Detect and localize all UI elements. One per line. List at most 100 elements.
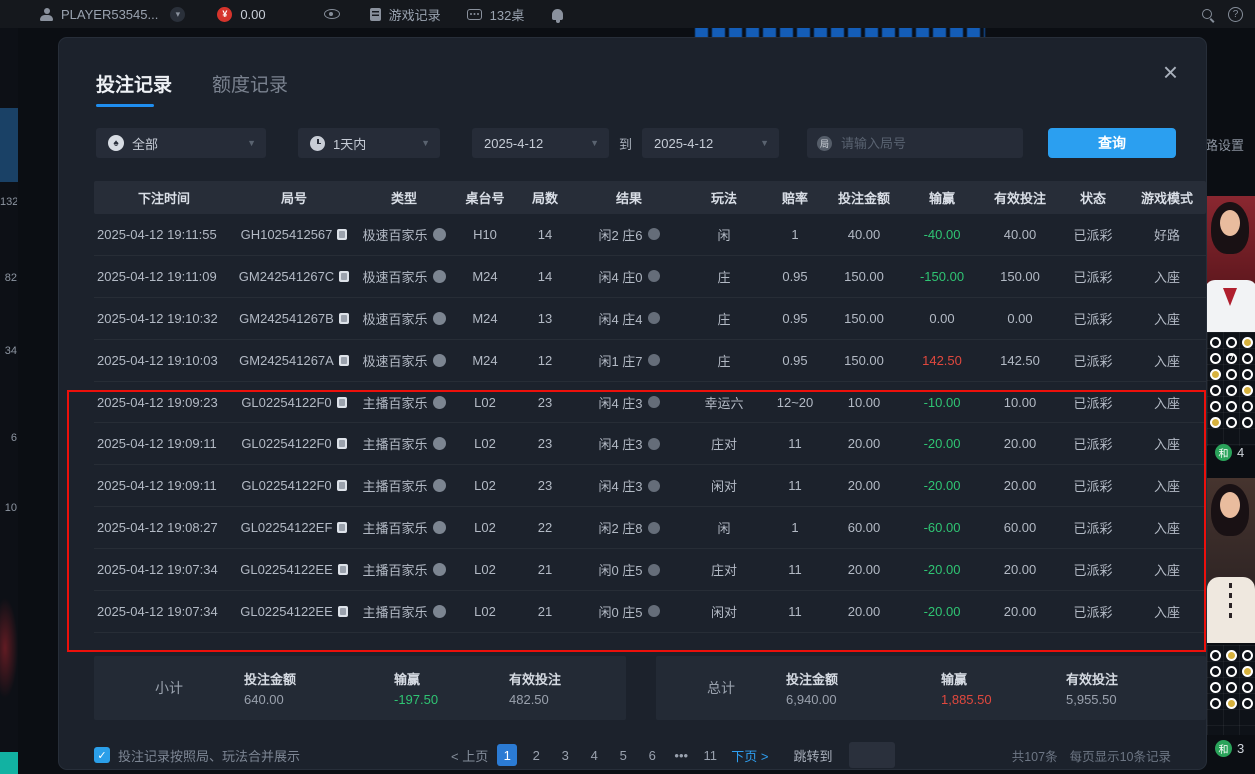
cell-game-type: 主播百家乐 (354, 560, 454, 579)
copy-icon[interactable] (337, 229, 347, 240)
page-button-4[interactable]: 4 (584, 744, 604, 766)
game-no-search[interactable]: 局 (807, 128, 1023, 158)
search-icon[interactable] (1202, 9, 1212, 19)
page-button-1[interactable]: 1 (497, 744, 517, 766)
tables-count[interactable]: 132桌 (490, 5, 525, 24)
roadmap-grid[interactable] (1207, 645, 1255, 735)
player-chevron-icon[interactable]: ▾ (170, 7, 185, 22)
dealer-video-thumb[interactable] (1207, 196, 1255, 332)
chevron-down-icon: ▼ (760, 138, 769, 148)
table-row: 2025-04-12 19:08:27 GL02254122EF 主播百家乐 L… (94, 507, 1206, 549)
date-from-select[interactable]: 2025-4-12 ▼ (472, 128, 609, 158)
roadmap-dot (1242, 337, 1253, 348)
result-detail-icon[interactable] (648, 480, 660, 492)
roadmap-grid[interactable]: 7 (1207, 332, 1255, 446)
col-header: 投注金额 (826, 188, 902, 207)
cell-table-no: M24 (454, 311, 516, 326)
cell-result: 闲2 庄8 (574, 518, 684, 537)
query-button[interactable]: 查询 (1048, 128, 1176, 158)
col-header: 状态 (1058, 188, 1128, 207)
bell-icon[interactable] (552, 9, 563, 20)
result-detail-icon[interactable] (648, 438, 660, 450)
info-icon[interactable] (433, 605, 446, 618)
copy-icon[interactable] (337, 522, 347, 533)
category-select[interactable]: ♠ 全部 ▼ (96, 128, 266, 158)
roadmap-dot (1226, 650, 1237, 661)
info-icon[interactable] (433, 521, 446, 534)
info-icon[interactable] (433, 270, 446, 283)
copy-icon[interactable] (339, 313, 349, 324)
category-value: 全部 (132, 134, 158, 153)
lobby-count: 10 (0, 502, 17, 514)
page-button-11[interactable]: 11 (700, 744, 720, 766)
roadmap-dot (1210, 401, 1221, 412)
date-to-select[interactable]: 2025-4-12 ▼ (642, 128, 779, 158)
merge-checkbox[interactable]: ✓ (94, 747, 110, 763)
cell-table-no: L02 (454, 478, 516, 493)
result-detail-icon[interactable] (648, 396, 660, 408)
prev-page-button[interactable]: < 上页 (451, 746, 488, 765)
info-icon[interactable] (433, 312, 446, 325)
info-icon[interactable] (433, 479, 446, 492)
table-header: 下注时间 局号 类型 桌台号 局数 结果 玩法 赔率 投注金额 输赢 有效投注 … (94, 181, 1206, 214)
cell-bet-amount: 20.00 (826, 436, 902, 451)
jump-page-input[interactable] (849, 742, 895, 768)
copy-icon[interactable] (337, 397, 347, 408)
result-detail-icon[interactable] (648, 605, 660, 617)
result-detail-icon[interactable] (648, 564, 660, 576)
cell-win-loss: -20.00 (902, 562, 982, 577)
copy-icon[interactable] (337, 480, 347, 491)
game-no-input[interactable] (839, 135, 1019, 152)
game-records-link[interactable]: 游戏记录 (389, 5, 441, 24)
copy-icon[interactable] (338, 564, 348, 575)
cell-play-type: 闲 (684, 225, 764, 244)
period-select[interactable]: 1天内 ▼ (298, 128, 440, 158)
copy-icon[interactable] (339, 271, 349, 282)
left-rail-footer-tile[interactable] (0, 752, 18, 774)
roadmap-dot (1210, 666, 1221, 677)
copy-icon[interactable] (338, 606, 348, 617)
cell-valid-bet: 150.00 (982, 269, 1058, 284)
player-name[interactable]: PLAYER53545... (61, 7, 158, 22)
info-icon[interactable] (433, 354, 446, 367)
page-button-6[interactable]: 6 (642, 744, 662, 766)
result-detail-icon[interactable] (648, 312, 660, 324)
info-icon[interactable] (433, 563, 446, 576)
cell-game-type: 主播百家乐 (354, 518, 454, 537)
result-detail-icon[interactable] (648, 270, 660, 282)
page-button-•••[interactable]: ••• (671, 744, 691, 766)
roadmap-dot (1210, 385, 1221, 396)
subtotal-winloss-value: -197.50 (394, 692, 509, 707)
result-text: 闲4 庄3 (598, 476, 642, 495)
left-rail-active-item[interactable] (0, 108, 18, 182)
eye-icon[interactable] (324, 9, 340, 19)
help-icon[interactable]: ? (1228, 7, 1243, 22)
cell-odds: 11 (764, 478, 826, 493)
dealer-video-thumb[interactable] (1207, 478, 1255, 643)
copy-icon[interactable] (339, 355, 349, 366)
cell-bet-time: 2025-04-12 19:09:11 (94, 436, 234, 451)
cell-game-mode: 入座 (1128, 518, 1206, 537)
result-detail-icon[interactable] (648, 228, 660, 240)
copy-icon[interactable] (337, 438, 347, 449)
tab-bet-records[interactable]: 投注记录 (96, 70, 172, 107)
merge-checkbox-label[interactable]: 投注记录按照局、玩法合并展示 (118, 746, 300, 765)
col-header: 桌台号 (454, 188, 516, 207)
cell-valid-bet: 60.00 (982, 520, 1058, 535)
cell-win-loss: -150.00 (902, 269, 982, 284)
cell-round-no: 23 (516, 436, 574, 451)
info-icon[interactable] (433, 228, 446, 241)
cell-status: 已派彩 (1058, 602, 1128, 621)
info-icon[interactable] (433, 437, 446, 450)
result-detail-icon[interactable] (648, 522, 660, 534)
next-page-button[interactable]: 下页 > (731, 746, 768, 765)
page-button-3[interactable]: 3 (555, 744, 575, 766)
close-icon[interactable]: × (1163, 60, 1178, 84)
page-button-2[interactable]: 2 (526, 744, 546, 766)
result-detail-icon[interactable] (648, 354, 660, 366)
page-button-5[interactable]: 5 (613, 744, 633, 766)
info-icon[interactable] (433, 396, 446, 409)
cell-odds: 11 (764, 604, 826, 619)
game-no-text: GM242541267B (239, 311, 334, 326)
tab-quota-records[interactable]: 额度记录 (212, 70, 288, 97)
